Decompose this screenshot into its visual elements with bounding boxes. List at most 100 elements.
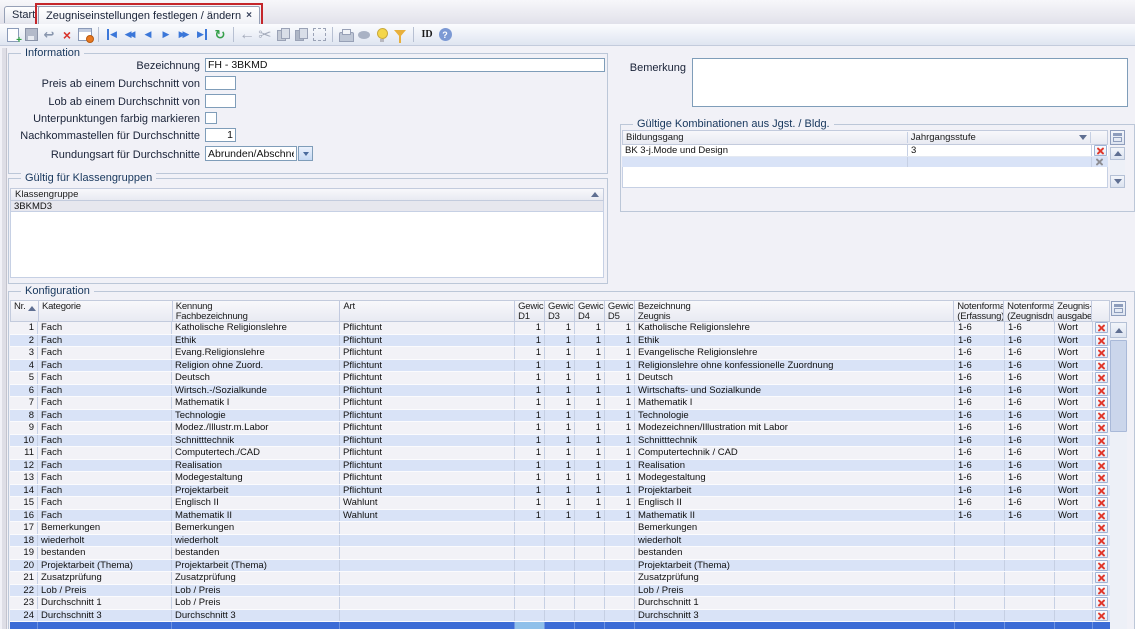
- cell[interactable]: Pflichtunt: [340, 447, 515, 459]
- cell[interactable]: Modegestaltung: [635, 472, 955, 484]
- cell[interactable]: Englisch II: [172, 497, 340, 509]
- cell[interactable]: Wort: [1055, 497, 1093, 509]
- cell[interactable]: 1: [575, 472, 605, 484]
- cell[interactable]: Wort: [1055, 347, 1093, 359]
- cell[interactable]: 1: [605, 485, 635, 497]
- cell[interactable]: 11: [10, 447, 38, 459]
- table-row[interactable]: 12FachRealisationPflichtunt1111Realisati…: [10, 460, 1110, 473]
- cell[interactable]: Schnitttechnik: [172, 435, 340, 447]
- delete-row-button[interactable]: [1095, 397, 1108, 408]
- cell[interactable]: 1-6: [955, 422, 1005, 434]
- cell[interactable]: Ethik: [635, 335, 955, 347]
- cell[interactable]: 1: [515, 322, 545, 334]
- cell[interactable]: 1-6: [955, 447, 1005, 459]
- cell[interactable]: 1: [575, 360, 605, 372]
- cell[interactable]: [605, 522, 635, 534]
- help-button[interactable]: ?: [436, 26, 454, 44]
- delete-row-button[interactable]: [1095, 597, 1108, 608]
- cell[interactable]: Bemerkungen: [635, 522, 955, 534]
- cell[interactable]: bestanden: [635, 547, 955, 559]
- cell[interactable]: 1: [575, 422, 605, 434]
- cell[interactable]: Bemerkungen: [172, 522, 340, 534]
- cell[interactable]: Projektarbeit: [635, 485, 955, 497]
- cell[interactable]: Modezeichnen/Illustration mit Labor: [635, 422, 955, 434]
- cell[interactable]: Wort: [1055, 472, 1093, 484]
- cell[interactable]: [515, 535, 545, 547]
- rundungsart-select[interactable]: [205, 146, 297, 161]
- delete-row-button[interactable]: [1095, 522, 1108, 533]
- cell[interactable]: Pflichtunt: [340, 385, 515, 397]
- cell[interactable]: 1-6: [1005, 497, 1055, 509]
- cell[interactable]: [1055, 597, 1093, 609]
- cell[interactable]: Pflichtunt: [340, 372, 515, 384]
- delete-button[interactable]: ×: [58, 26, 76, 44]
- cell[interactable]: Fach: [38, 472, 172, 484]
- klassengruppen-sort-asc-icon[interactable]: [591, 192, 599, 197]
- cell[interactable]: Fach: [38, 485, 172, 497]
- cell[interactable]: [340, 560, 515, 572]
- cell[interactable]: bestanden: [172, 547, 340, 559]
- cell[interactable]: 1: [575, 485, 605, 497]
- cell[interactable]: 1: [545, 322, 575, 334]
- cell[interactable]: wiederholt: [172, 535, 340, 547]
- cell[interactable]: 1: [605, 385, 635, 397]
- cell[interactable]: 1-6: [955, 485, 1005, 497]
- cell[interactable]: 4: [10, 360, 38, 372]
- cell[interactable]: Computertechnik / CAD: [635, 447, 955, 459]
- cell[interactable]: [515, 572, 545, 584]
- cell[interactable]: [1005, 585, 1055, 597]
- cell[interactable]: 1: [545, 335, 575, 347]
- konfiguration-header-bezeichnung[interactable]: BezeichnungZeugnis: [635, 301, 954, 321]
- previous-record-button[interactable]: ◀: [139, 26, 157, 44]
- cell[interactable]: 12: [10, 460, 38, 472]
- rundungsart-dropdown-button[interactable]: [298, 146, 313, 161]
- cell[interactable]: [515, 610, 545, 622]
- cell[interactable]: 1: [515, 447, 545, 459]
- delete-row-button[interactable]: [1095, 547, 1108, 558]
- delete-row-button[interactable]: [1095, 347, 1108, 358]
- cell[interactable]: Durchschnitt 1: [635, 597, 955, 609]
- delete-row-button[interactable]: [1095, 322, 1108, 333]
- konfiguration-scroll-thumb[interactable]: [1110, 340, 1127, 432]
- cell[interactable]: Fach: [38, 347, 172, 359]
- table-row[interactable]: 18wiederholtwiederholtwiederholt: [10, 535, 1110, 548]
- delete-row-button[interactable]: [1095, 335, 1108, 346]
- cell[interactable]: 16: [10, 510, 38, 522]
- table-row[interactable]: 3FachEvang.ReligionslehrePflichtunt1111E…: [10, 347, 1110, 360]
- cell[interactable]: 1-6: [1005, 422, 1055, 434]
- cell[interactable]: Realisation: [172, 460, 340, 472]
- cell[interactable]: [1005, 547, 1055, 559]
- cell[interactable]: 1: [605, 460, 635, 472]
- cell[interactable]: 1: [545, 460, 575, 472]
- cell[interactable]: wiederholt: [635, 535, 955, 547]
- cell[interactable]: Schnitttechnik: [635, 435, 955, 447]
- back-button[interactable]: ←: [238, 26, 256, 44]
- cell[interactable]: Pflichtunt: [340, 322, 515, 334]
- cell[interactable]: [340, 597, 515, 609]
- next-record-button[interactable]: ▶: [157, 26, 175, 44]
- cell[interactable]: Katholische Religionslehre: [635, 322, 955, 334]
- print-button[interactable]: [337, 26, 355, 44]
- cell[interactable]: Religionslehre ohne konfessionelle Zuord…: [635, 360, 955, 372]
- preis-input[interactable]: [205, 76, 236, 90]
- table-row[interactable]: 16FachMathematik IIWahlunt1111Mathematik…: [10, 510, 1110, 523]
- cell[interactable]: 1: [575, 510, 605, 522]
- cell[interactable]: 1-6: [955, 347, 1005, 359]
- cell[interactable]: 1: [605, 372, 635, 384]
- cut-button[interactable]: ✂: [256, 26, 274, 44]
- cell[interactable]: [605, 547, 635, 559]
- table-row[interactable]: 7FachMathematik IPflichtunt1111Mathemati…: [10, 397, 1110, 410]
- cell[interactable]: Mathematik I: [635, 397, 955, 409]
- cell[interactable]: Wort: [1055, 322, 1093, 334]
- cell[interactable]: 1: [575, 347, 605, 359]
- delete-row-button[interactable]: [1095, 572, 1108, 583]
- hint-button[interactable]: [373, 26, 391, 44]
- cell[interactable]: [605, 610, 635, 622]
- klassengruppen-empty-area[interactable]: [10, 212, 604, 278]
- delete-row-button[interactable]: [1095, 510, 1108, 521]
- cell[interactable]: Ethik: [172, 335, 340, 347]
- cell[interactable]: Lob / Preis: [172, 597, 340, 609]
- delete-row-button[interactable]: [1095, 435, 1108, 446]
- cell[interactable]: 1: [545, 410, 575, 422]
- cell[interactable]: [1005, 610, 1055, 622]
